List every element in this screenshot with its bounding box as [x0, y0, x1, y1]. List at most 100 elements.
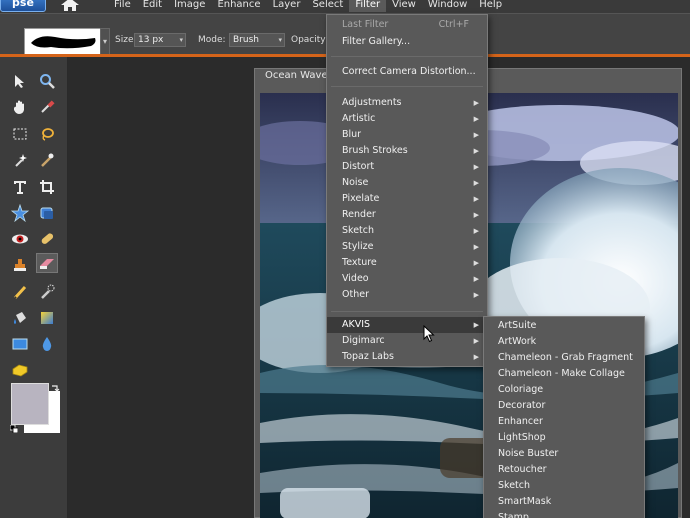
menu-bar: pse File Edit Image Enhance Layer Select Filte…: [0, 0, 690, 13]
submenu-item-sketch[interactable]: Sketch: [484, 478, 644, 494]
shape-star-icon[interactable]: [9, 203, 31, 223]
default-colors-icon[interactable]: [9, 424, 19, 434]
menu-item-other[interactable]: Other ▶: [327, 287, 487, 303]
eyedropper-icon[interactable]: [36, 97, 58, 117]
clone-stamp-icon[interactable]: [9, 255, 31, 275]
menu-item-brush-strokes[interactable]: Brush Strokes ▶: [327, 143, 487, 159]
submenu-arrow-icon: ▶: [473, 195, 479, 203]
smart-brush-icon[interactable]: [36, 282, 58, 302]
menu-item-label: Blur: [342, 129, 362, 140]
submenu-item-stamp[interactable]: Stamp: [484, 510, 644, 518]
menu-item-digimarc[interactable]: Digimarc ▶: [327, 333, 487, 349]
pencil-icon[interactable]: [9, 282, 31, 302]
submenu-item-lightshop[interactable]: LightShop: [484, 430, 644, 446]
submenu-item-artsuite[interactable]: ArtSuite: [484, 318, 644, 334]
menu-item-akvis[interactable]: AKVIS ▶: [327, 317, 487, 333]
submenu-item-noise-buster[interactable]: Noise Buster: [484, 446, 644, 462]
brush-picker-dropdown[interactable]: ▾: [100, 28, 110, 55]
submenu-item-artwork[interactable]: ArtWork: [484, 334, 644, 350]
menu-item-topaz-labs[interactable]: Topaz Labs ▶: [327, 349, 487, 365]
opacity-label: Opacity:: [291, 35, 328, 45]
menu-edit[interactable]: Edit: [137, 0, 168, 12]
mode-select[interactable]: Brush ▾: [229, 33, 285, 47]
size-field[interactable]: 13 px ▾: [134, 33, 186, 47]
eraser-icon[interactable]: [36, 253, 58, 273]
menu-help[interactable]: Help: [473, 0, 508, 12]
menu-item-noise[interactable]: Noise ▶: [327, 175, 487, 191]
submenu-item-coloriage[interactable]: Coloriage: [484, 382, 644, 398]
swap-colors-icon[interactable]: [50, 383, 60, 393]
menu-item-label: Video: [342, 273, 369, 284]
menu-item-correct-camera-distortion[interactable]: Correct Camera Distortion...: [327, 64, 487, 80]
submenu-arrow-icon: ▶: [473, 337, 479, 345]
menu-select[interactable]: Select: [306, 0, 349, 12]
zoom-icon[interactable]: [36, 71, 58, 91]
submenu-arrow-icon: ▶: [473, 227, 479, 235]
submenu-item-enhancer[interactable]: Enhancer: [484, 414, 644, 430]
menu-items: File Edit Image Enhance Layer Select Filter Vie…: [108, 0, 508, 12]
menu-item-label: Artistic: [342, 113, 376, 124]
menu-item-render[interactable]: Render ▶: [327, 207, 487, 223]
submenu-item-chameleon-grab-fragment[interactable]: Chameleon - Grab Fragment: [484, 350, 644, 366]
submenu-item-decorator[interactable]: Decorator: [484, 398, 644, 414]
blur-icon[interactable]: [36, 334, 58, 354]
menu-item-label: Topaz Labs: [342, 351, 394, 362]
submenu-arrow-icon: ▶: [473, 179, 479, 187]
crop-icon[interactable]: [36, 177, 58, 197]
submenu-item-chameleon-make-collage[interactable]: Chameleon - Make Collage: [484, 366, 644, 382]
menu-item-texture[interactable]: Texture ▶: [327, 255, 487, 271]
brush-preview[interactable]: [24, 28, 102, 55]
menu-item-artistic[interactable]: Artistic ▶: [327, 111, 487, 127]
paint-bucket-icon[interactable]: [9, 308, 31, 328]
menu-item-sketch[interactable]: Sketch ▶: [327, 223, 487, 239]
akvis-submenu: ArtSuite ArtWork Chameleon - Grab Fragment…: [483, 316, 645, 518]
type-icon[interactable]: [9, 177, 31, 197]
menu-filter[interactable]: Filter: [349, 0, 387, 12]
menu-item-label: Sketch: [342, 225, 375, 236]
menu-image[interactable]: Image: [168, 0, 211, 12]
menu-item-distort[interactable]: Distort ▶: [327, 159, 487, 175]
red-eye-icon[interactable]: [9, 229, 31, 249]
menu-item-stylize[interactable]: Stylize ▶: [327, 239, 487, 255]
menu-item-label: Other: [342, 289, 369, 300]
submenu-arrow-icon: ▶: [473, 115, 479, 123]
menu-item-video[interactable]: Video ▶: [327, 271, 487, 287]
magic-wand-icon[interactable]: [9, 150, 31, 170]
move-icon[interactable]: [9, 71, 31, 91]
sponge-icon[interactable]: [9, 360, 31, 380]
quick-selection-icon[interactable]: [36, 150, 58, 170]
submenu-item-smartmask[interactable]: SmartMask: [484, 494, 644, 510]
lasso-icon[interactable]: [36, 124, 58, 144]
foreground-color-swatch[interactable]: [11, 383, 49, 425]
menu-window[interactable]: Window: [422, 0, 473, 12]
menu-item-blur[interactable]: Blur ▶: [327, 127, 487, 143]
filter-menu: Last Filter Ctrl+F Filter Gallery... Cor…: [326, 14, 488, 367]
mouse-cursor-icon: [423, 324, 435, 343]
app-logo: pse: [0, 0, 46, 12]
cookie-cutter-icon[interactable]: [36, 203, 58, 223]
size-value: 13 px: [138, 35, 164, 45]
submenu-arrow-icon: ▶: [473, 259, 479, 267]
menu-item-label: Pixelate: [342, 193, 380, 204]
menu-separator: [331, 311, 483, 312]
menu-file[interactable]: File: [108, 0, 137, 12]
submenu-arrow-icon: ▶: [473, 275, 479, 283]
menu-layer[interactable]: Layer: [267, 0, 307, 12]
submenu-arrow-icon: ▶: [473, 147, 479, 155]
hand-icon[interactable]: [9, 97, 31, 117]
submenu-item-retoucher[interactable]: Retoucher: [484, 462, 644, 478]
menu-enhance[interactable]: Enhance: [211, 0, 266, 12]
home-icon[interactable]: [60, 0, 80, 12]
rectangle-shape-icon[interactable]: [9, 334, 31, 354]
menu-item-label: Distort: [342, 161, 375, 172]
gradient-icon[interactable]: [36, 308, 58, 328]
last-filter-label: Last Filter: [342, 19, 389, 30]
menu-item-adjustments[interactable]: Adjustments ▶: [327, 95, 487, 111]
marquee-icon[interactable]: [9, 124, 31, 144]
healing-icon[interactable]: [36, 229, 58, 249]
menu-item-label: Noise: [342, 177, 369, 188]
document-title: Ocean Wave: [265, 70, 328, 81]
menu-item-pixelate[interactable]: Pixelate ▶: [327, 191, 487, 207]
menu-view[interactable]: View: [386, 0, 422, 12]
menu-item-filter-gallery[interactable]: Filter Gallery...: [327, 34, 487, 50]
